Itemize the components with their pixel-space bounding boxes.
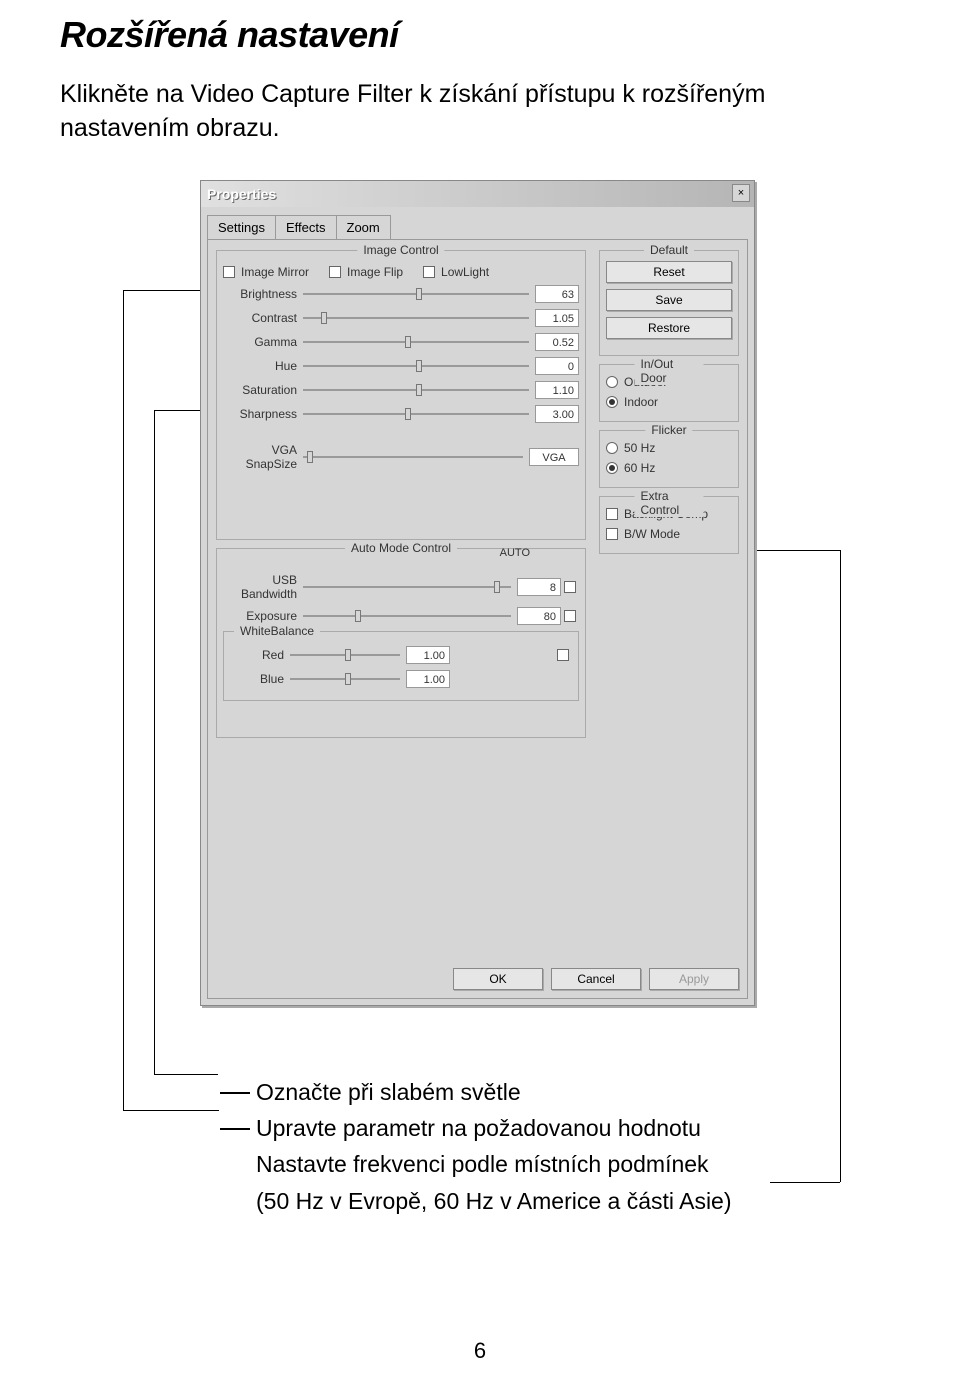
slider-brightness[interactable]	[303, 285, 529, 303]
value-saturation[interactable]: 1.10	[535, 381, 579, 399]
checkbox-image-flip[interactable]	[329, 266, 341, 278]
slider-hue[interactable]	[303, 357, 529, 375]
page-title: Rozšířená nastavení	[60, 14, 399, 56]
tab-panel: Image Control Image Mirror Image Flip Lo…	[207, 239, 748, 999]
close-icon[interactable]: ×	[732, 184, 750, 202]
slider-blue[interactable]	[290, 670, 400, 688]
annotation-tick-icon	[220, 1128, 250, 1130]
label-contrast: Contrast	[223, 311, 303, 325]
radio-indoor[interactable]	[606, 396, 618, 408]
slider-vga-snapsize[interactable]	[303, 448, 523, 466]
slider-contrast[interactable]	[303, 309, 529, 327]
group-auto-mode: Auto Mode Control AUTO USB Bandwidth 8 E…	[216, 548, 586, 738]
checkbox-lowlight[interactable]	[423, 266, 435, 278]
label-blue: Blue	[230, 672, 290, 686]
label-image-flip: Image Flip	[347, 265, 403, 279]
callout-connector	[770, 1182, 840, 1183]
tab-settings[interactable]: Settings	[207, 215, 276, 239]
slider-usb-bandwidth[interactable]	[303, 578, 511, 596]
group-title-flicker: Flicker	[645, 423, 692, 437]
slider-sharpness[interactable]	[303, 405, 529, 423]
annotation-1: Označte při slabém světle	[256, 1076, 521, 1108]
ok-button[interactable]: OK	[453, 968, 543, 990]
save-button[interactable]: Save	[606, 289, 732, 311]
label-exposure: Exposure	[223, 609, 303, 623]
radio-outdoor[interactable]	[606, 376, 618, 388]
restore-button[interactable]: Restore	[606, 317, 732, 339]
label-60hz: 60 Hz	[624, 461, 655, 475]
value-vga-snapsize[interactable]: VGA	[529, 448, 579, 466]
apply-button[interactable]: Apply	[649, 968, 739, 990]
annotation-3: Nastavte frekvenci podle místních podmín…	[256, 1148, 709, 1180]
label-red: Red	[230, 648, 290, 662]
label-image-mirror: Image Mirror	[241, 265, 309, 279]
properties-dialog: Properties × Settings Effects Zoom Image…	[200, 180, 755, 1006]
group-title-default: Default	[644, 243, 694, 257]
group-image-control: Image Control Image Mirror Image Flip Lo…	[216, 250, 586, 540]
label-lowlight: LowLight	[441, 265, 489, 279]
tab-effects[interactable]: Effects	[275, 215, 337, 239]
cancel-button[interactable]: Cancel	[551, 968, 641, 990]
checkbox-image-mirror[interactable]	[223, 266, 235, 278]
group-inout-door: In/Out Door Outdoor Indoor	[599, 364, 739, 422]
tab-row: Settings Effects Zoom	[207, 215, 748, 239]
label-sharpness: Sharpness	[223, 407, 303, 421]
callout-connector	[840, 550, 841, 1182]
intro-paragraph: Klikněte na Video Capture Filter k získá…	[60, 78, 900, 146]
value-sharpness[interactable]: 3.00	[535, 405, 579, 423]
checkbox-backlight-comp[interactable]	[606, 508, 618, 520]
label-bw-mode: B/W Mode	[624, 527, 680, 541]
group-white-balance: WhiteBalance Red 1.00 Blue 1.00	[223, 631, 579, 701]
annotation-4: (50 Hz v Evropě, 60 Hz v Americe a části…	[256, 1185, 732, 1217]
callout-connector	[123, 290, 124, 1110]
label-saturation: Saturation	[223, 383, 303, 397]
callout-connector	[123, 1110, 219, 1111]
radio-50hz[interactable]	[606, 442, 618, 454]
page-number: 6	[0, 1338, 960, 1364]
titlebar-title: Properties	[207, 186, 276, 202]
callout-connector	[154, 1074, 218, 1075]
value-contrast[interactable]: 1.05	[535, 309, 579, 327]
value-red[interactable]: 1.00	[406, 646, 450, 664]
value-usb-bandwidth[interactable]: 8	[517, 578, 561, 596]
value-gamma[interactable]: 0.52	[535, 333, 579, 351]
group-flicker: Flicker 50 Hz 60 Hz	[599, 430, 739, 488]
titlebar[interactable]: Properties ×	[201, 181, 754, 207]
label-indoor: Indoor	[624, 395, 658, 409]
dialog-buttons-row: OK Cancel Apply	[453, 968, 739, 990]
group-title-white-balance: WhiteBalance	[234, 624, 320, 638]
checkbox-auto-usb[interactable]	[564, 581, 576, 593]
group-title-extra: Extra Control	[635, 489, 704, 517]
tab-zoom[interactable]: Zoom	[336, 215, 391, 239]
value-brightness[interactable]: 63	[535, 285, 579, 303]
slider-exposure[interactable]	[303, 607, 511, 625]
group-title-auto-mode: Auto Mode Control	[345, 541, 457, 555]
label-auto-header: AUTO	[500, 547, 530, 559]
value-exposure[interactable]: 80	[517, 607, 561, 625]
checkbox-auto-wb[interactable]	[557, 649, 569, 661]
slider-red[interactable]	[290, 646, 400, 664]
value-hue[interactable]: 0	[535, 357, 579, 375]
label-hue: Hue	[223, 359, 303, 373]
checkbox-bw-mode[interactable]	[606, 528, 618, 540]
slider-gamma[interactable]	[303, 333, 529, 351]
label-gamma: Gamma	[223, 335, 303, 349]
group-extra-control: Extra Control Backlight Comp B/W Mode	[599, 496, 739, 554]
annotations-block: Označte při slabém světle Upravte parame…	[220, 1076, 732, 1221]
label-brightness: Brightness	[223, 287, 303, 301]
reset-button[interactable]: Reset	[606, 261, 732, 283]
group-title-image-control: Image Control	[357, 243, 444, 257]
annotation-tick-icon	[220, 1092, 250, 1094]
label-usb-bandwidth: USB Bandwidth	[223, 573, 303, 601]
checkbox-auto-exposure[interactable]	[564, 610, 576, 622]
radio-60hz[interactable]	[606, 462, 618, 474]
annotation-2: Upravte parametr na požadovanou hodnotu	[256, 1112, 701, 1144]
group-default: Default Reset Save Restore	[599, 250, 739, 356]
group-title-inout: In/Out Door	[635, 357, 704, 385]
callout-connector	[154, 410, 155, 1074]
label-vga-snapsize: VGA SnapSize	[223, 443, 303, 471]
slider-saturation[interactable]	[303, 381, 529, 399]
value-blue[interactable]: 1.00	[406, 670, 450, 688]
label-50hz: 50 Hz	[624, 441, 655, 455]
